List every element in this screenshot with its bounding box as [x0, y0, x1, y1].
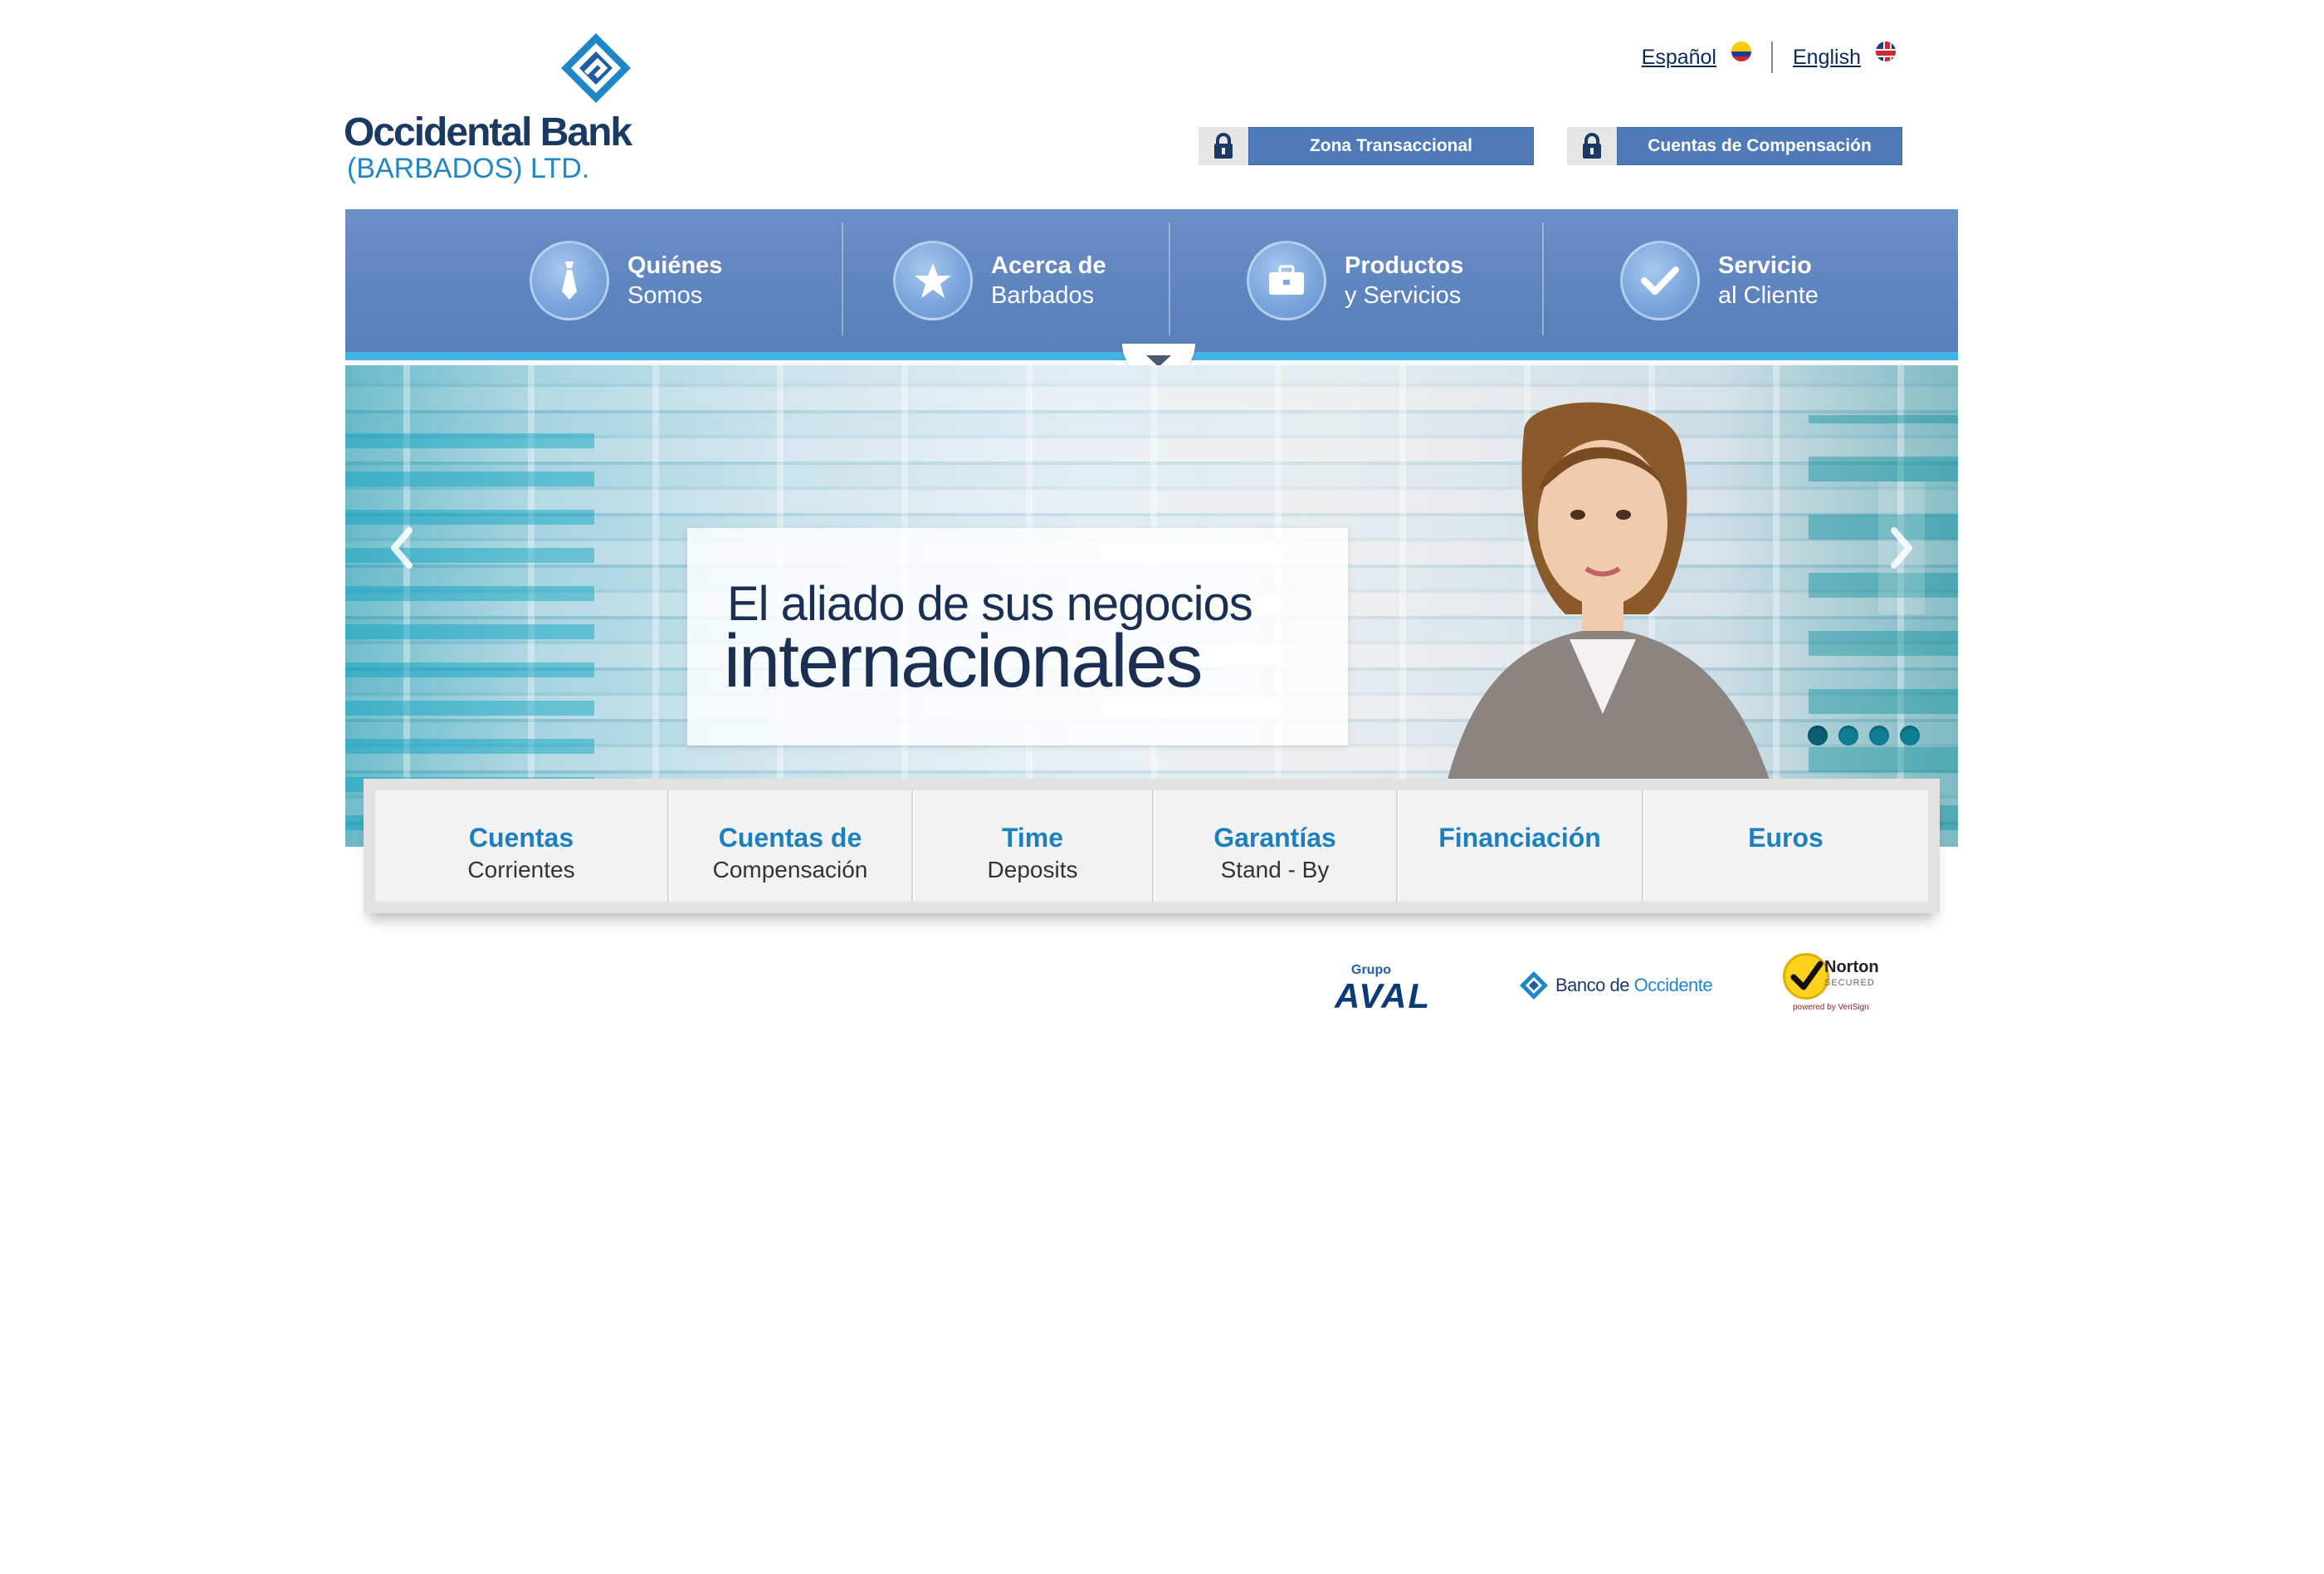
nav-item-title: Productos: [1345, 252, 1464, 279]
norton-check-icon: [1783, 953, 1829, 1000]
nav-item-title: Quiénes: [627, 252, 723, 279]
nav-item-title: Servicio: [1718, 252, 1812, 279]
product-title: Financiación: [1438, 823, 1601, 853]
bank-logo-mark-icon: [561, 33, 631, 103]
product-title: Cuentas: [468, 823, 574, 853]
nav-item-productos-servicios[interactable]: Productos y Servicios: [1247, 209, 1463, 352]
norton-powered-by: powered by VeriSign: [1793, 1003, 1869, 1012]
nav-item-subtitle: Barbados: [991, 282, 1095, 309]
product-euros[interactable]: Euros: [1642, 790, 1928, 902]
nav-divider: [842, 222, 843, 335]
transactional-zone-button[interactable]: Zona Transaccional: [1248, 127, 1534, 165]
aval-logo-main: AVAL: [1335, 976, 1432, 1015]
hero-background-right: [1809, 415, 1958, 830]
brand-subtitle: (BARBADOS) LTD.: [347, 153, 590, 184]
products-strip: Cuentas Corrientes Cuentas de Compensaci…: [364, 779, 1940, 913]
language-divider: [1771, 42, 1773, 73]
product-subtitle: Corrientes: [467, 857, 575, 882]
norton-secured-badge[interactable]: Norton SECURED powered by VeriSign: [1783, 951, 1891, 1012]
star-icon: [893, 241, 973, 320]
product-title: Cuentas de: [718, 823, 862, 853]
chevron-left-icon: [391, 527, 413, 569]
product-financiacion[interactable]: Financiación: [1396, 790, 1642, 902]
carousel-dots: [1808, 726, 1920, 745]
lock-icon: [1199, 127, 1248, 165]
bdo-name: Occidente: [1633, 975, 1713, 995]
nav-item-subtitle: y Servicios: [1345, 282, 1462, 309]
tie-icon: [530, 241, 609, 320]
chevron-right-icon: [1891, 527, 1912, 569]
nav-item-subtitle: al Cliente: [1718, 282, 1819, 309]
product-subtitle: Compensación: [712, 857, 868, 882]
product-title: Garantías: [1213, 823, 1336, 853]
hero-headline-card: El aliado de sus negocios internacionale…: [687, 528, 1348, 745]
nav-item-quienes-somos[interactable]: Quiénes Somos: [530, 209, 722, 352]
norton-title: Norton: [1824, 958, 1879, 976]
carousel-dot-1[interactable]: [1808, 726, 1828, 745]
brand-name: Occidental Bank: [344, 110, 632, 154]
uk-flag-icon: [1876, 42, 1896, 61]
hero-background-left: [345, 415, 594, 830]
language-selector: Español English: [1642, 37, 1896, 78]
colombia-flag-icon: [1731, 42, 1751, 61]
product-title: Time: [1001, 823, 1064, 853]
language-link-spanish[interactable]: Español: [1642, 46, 1716, 70]
nav-item-title: Acerca de: [991, 252, 1106, 279]
product-subtitle: Deposits: [987, 857, 1078, 882]
nav-item-acerca-barbados[interactable]: Acerca de Barbados: [893, 209, 1106, 352]
check-icon: [1620, 241, 1700, 320]
carousel-dot-3[interactable]: [1869, 726, 1889, 745]
nav-divider: [1542, 222, 1544, 335]
product-cuentas-compensacion[interactable]: Cuentas de Compensación: [667, 790, 911, 902]
main-navigation: Quiénes Somos Acerca de Barbados Productos…: [345, 209, 1958, 360]
nav-divider: [1169, 222, 1170, 335]
grupo-aval-logo[interactable]: Grupo AVAL: [1335, 963, 1459, 1015]
hero-headline-line2: internacionales: [724, 620, 1203, 703]
compensation-accounts-access[interactable]: Cuentas de Compensación: [1567, 127, 1902, 165]
transactional-zone-access[interactable]: Zona Transaccional: [1199, 127, 1534, 165]
nav-item-subtitle: Somos: [627, 282, 703, 309]
product-garantias[interactable]: Garantías Stand - By: [1152, 790, 1396, 902]
bdo-prefix: Banco de: [1555, 975, 1634, 995]
nav-item-servicio-cliente[interactable]: Servicio al Cliente: [1620, 209, 1819, 352]
carousel-next-button[interactable]: [1878, 481, 1925, 614]
carousel-dot-2[interactable]: [1838, 726, 1858, 745]
product-subtitle: Stand - By: [1220, 857, 1330, 882]
lock-icon: [1567, 127, 1617, 165]
product-title: Euros: [1748, 823, 1824, 853]
carousel-dot-4[interactable]: [1900, 726, 1920, 745]
compensation-accounts-button[interactable]: Cuentas de Compensación: [1617, 127, 1902, 165]
norton-subtitle: SECURED: [1824, 978, 1875, 988]
banco-de-occidente-logo[interactable]: Banco de Occidente: [1519, 965, 1713, 1006]
carousel-prev-button[interactable]: [378, 481, 425, 614]
briefcase-icon: [1247, 241, 1326, 320]
language-link-english[interactable]: English: [1793, 46, 1861, 70]
product-cuentas-corrientes[interactable]: Cuentas Corrientes: [375, 790, 667, 902]
hero-carousel: El aliado de sus negocios internacionale…: [345, 365, 1958, 847]
bank-logo[interactable]: Occidental Bank (BARBADOS) LTD.: [344, 32, 634, 184]
banco-occidente-mark-icon: [1520, 971, 1548, 1000]
product-time-deposits[interactable]: Time Deposits: [911, 790, 1152, 902]
